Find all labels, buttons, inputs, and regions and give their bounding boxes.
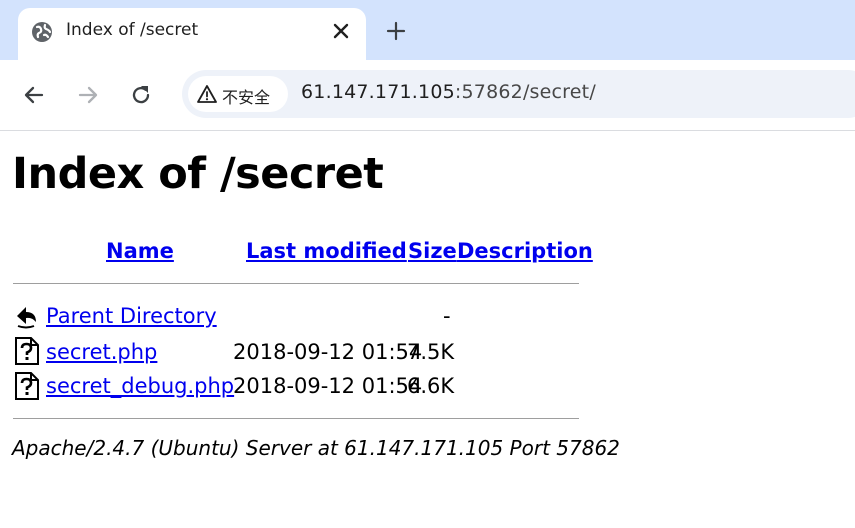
file-link-secret-debug-php[interactable]: secret_debug.php — [46, 374, 234, 398]
new-tab-icon[interactable] — [384, 19, 408, 43]
table-row: Parent Directory — [46, 304, 217, 328]
file-link-secret-php[interactable]: secret.php — [46, 340, 157, 364]
footer-divider — [13, 418, 579, 419]
table-row: secret.php — [46, 340, 157, 364]
security-label: 不安全 — [222, 88, 271, 107]
column-header-size[interactable]: Size — [408, 239, 457, 263]
security-indicator[interactable]: 不安全 — [188, 76, 288, 112]
close-tab-icon[interactable] — [330, 20, 352, 42]
tab-strip: Index of /secret — [0, 0, 855, 60]
row-size: 6.6K — [407, 374, 455, 398]
globe-icon — [32, 22, 52, 42]
page-content: Index of /secret Name Last modified Size… — [0, 131, 855, 528]
unknown-file-icon — [15, 337, 39, 365]
unknown-file-icon — [15, 372, 39, 400]
url-text[interactable]: 61.147.171.105:57862/secret/ — [301, 81, 596, 103]
back-icon — [17, 307, 36, 329]
row-size: 7.5K — [407, 340, 455, 364]
active-tab[interactable]: Index of /secret — [18, 8, 366, 60]
row-last-modified: 2018-09-12 01:54 — [233, 340, 423, 364]
warning-icon — [197, 85, 217, 103]
server-signature: Apache/2.4.7 (Ubuntu) Server at 61.147.1… — [12, 436, 620, 460]
browser-toolbar: 不安全 61.147.171.105:57862/secret/ — [0, 60, 855, 131]
reload-icon[interactable] — [128, 82, 154, 108]
column-header-last-modified[interactable]: Last modified — [246, 239, 407, 263]
parent-directory-link[interactable]: Parent Directory — [46, 304, 217, 328]
address-bar[interactable]: 不安全 61.147.171.105:57862/secret/ — [182, 70, 855, 118]
column-header-name[interactable]: Name — [106, 239, 174, 263]
url-path: :57862/secret/ — [454, 81, 596, 103]
back-arrow-icon[interactable] — [21, 82, 47, 108]
row-last-modified: 2018-09-12 01:54 — [233, 374, 423, 398]
forward-arrow-icon[interactable] — [75, 82, 101, 108]
column-header-description[interactable]: Description — [457, 239, 593, 263]
url-host: 61.147.171.105 — [301, 81, 455, 103]
header-divider — [13, 283, 579, 284]
row-size: - — [443, 304, 451, 328]
tab-title: Index of /secret — [66, 20, 199, 40]
page-title: Index of /secret — [12, 149, 384, 199]
table-row: secret_debug.php — [46, 374, 234, 398]
